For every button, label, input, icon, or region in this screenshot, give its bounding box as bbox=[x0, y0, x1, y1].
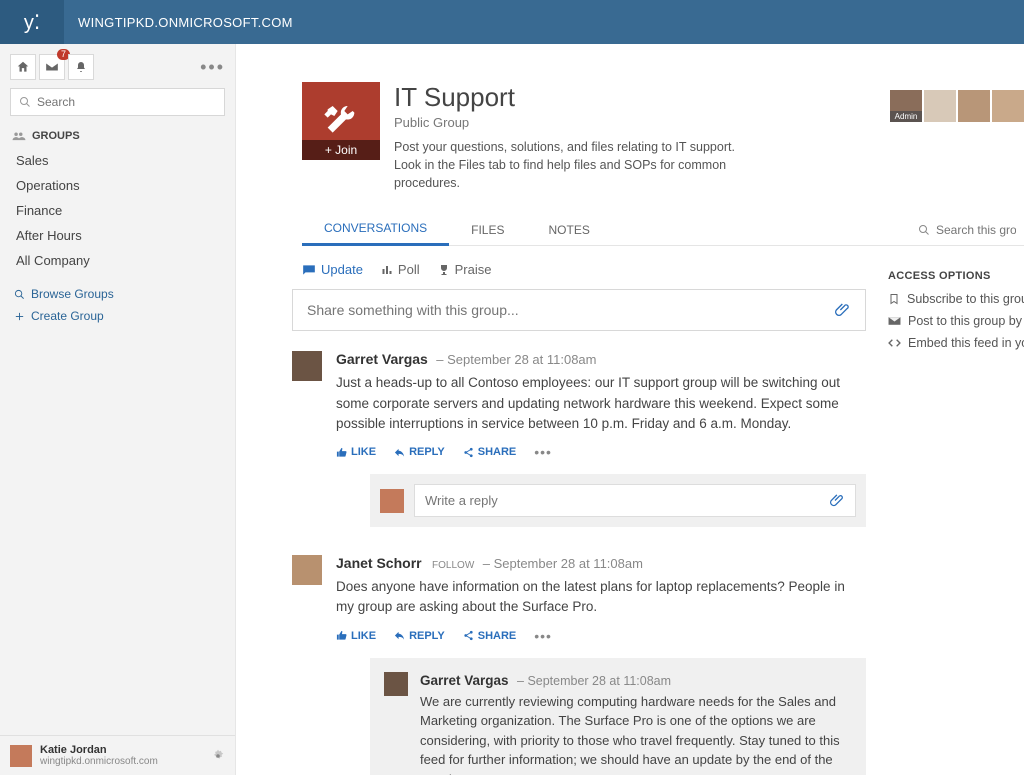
post-author[interactable]: Janet Schorr bbox=[336, 555, 422, 571]
composer[interactable] bbox=[292, 289, 866, 331]
org-name: WINGTIPKD.ONMICROSOFT.COM bbox=[64, 15, 293, 30]
speech-icon bbox=[302, 264, 316, 276]
compose-update-tab[interactable]: Update bbox=[302, 262, 363, 277]
attach-icon[interactable] bbox=[835, 302, 851, 318]
poll-icon bbox=[381, 264, 393, 276]
member-avatar[interactable] bbox=[924, 90, 956, 122]
post: Garret Vargas – September 28 at 11:08am … bbox=[236, 331, 876, 527]
tools-icon bbox=[321, 101, 361, 141]
compose-poll-tab[interactable]: Poll bbox=[381, 262, 420, 277]
reply-time: – September 28 at 11:08am bbox=[517, 674, 671, 688]
search-icon bbox=[19, 96, 31, 108]
post-body: Just a heads-up to all Contoso employees… bbox=[336, 373, 866, 434]
attach-icon[interactable] bbox=[830, 493, 845, 508]
share-button[interactable]: SHARE bbox=[463, 630, 517, 642]
member-strip bbox=[890, 82, 1024, 192]
topbar: y⁚ WINGTIPKD.ONMICROSOFT.COM bbox=[0, 0, 1024, 44]
mail-icon bbox=[888, 316, 901, 326]
member-avatar[interactable] bbox=[958, 90, 990, 122]
tab-files[interactable]: FILES bbox=[449, 214, 526, 246]
sidebar-item-sales[interactable]: Sales bbox=[0, 148, 235, 173]
group-image: + Join bbox=[302, 82, 380, 160]
home-icon[interactable] bbox=[10, 54, 36, 80]
sidebar: 7 ••• GROUPS Sales Operations Finance Af… bbox=[0, 44, 236, 775]
reply-button[interactable]: REPLY bbox=[394, 630, 445, 642]
avatar[interactable] bbox=[292, 555, 322, 585]
sidebar-item-operations[interactable]: Operations bbox=[0, 173, 235, 198]
access-email[interactable]: Post to this group by email bbox=[888, 314, 1024, 328]
sidebar-item-finance[interactable]: Finance bbox=[0, 198, 235, 223]
access-embed[interactable]: Embed this feed in your site bbox=[888, 336, 1024, 350]
current-user[interactable]: Katie Jordan wingtipkd.onmicrosoft.com bbox=[0, 735, 235, 775]
bell-icon[interactable] bbox=[68, 54, 94, 80]
reply: Garret Vargas – September 28 at 11:08am … bbox=[370, 658, 866, 775]
group-search[interactable] bbox=[918, 223, 1016, 237]
search-icon bbox=[918, 224, 930, 236]
access-header: ACCESS OPTIONS bbox=[888, 270, 1024, 282]
groups-header: GROUPS bbox=[0, 116, 235, 148]
avatar[interactable] bbox=[384, 672, 408, 696]
user-org: wingtipkd.onmicrosoft.com bbox=[40, 756, 158, 767]
tab-notes[interactable]: NOTES bbox=[526, 214, 611, 246]
inbox-icon[interactable]: 7 bbox=[39, 54, 65, 80]
like-button[interactable]: LIKE bbox=[336, 630, 376, 642]
more-icon[interactable]: ••• bbox=[534, 628, 552, 644]
reply-icon bbox=[394, 447, 405, 458]
post-time: – September 28 at 11:08am bbox=[436, 352, 596, 367]
share-button[interactable]: SHARE bbox=[463, 446, 517, 458]
reply-body: We are currently reviewing computing har… bbox=[420, 692, 852, 775]
group-title: IT Support bbox=[394, 82, 876, 113]
group-description: Post your questions, solutions, and file… bbox=[394, 138, 754, 192]
compose-praise-tab[interactable]: Praise bbox=[438, 262, 492, 277]
member-avatar[interactable] bbox=[992, 90, 1024, 122]
search-input[interactable] bbox=[10, 88, 225, 116]
yammer-logo[interactable]: y⁚ bbox=[0, 0, 64, 44]
reply-button[interactable]: REPLY bbox=[394, 446, 445, 458]
embed-icon bbox=[888, 338, 901, 348]
post-author[interactable]: Garret Vargas bbox=[336, 351, 428, 367]
avatar bbox=[380, 489, 404, 513]
more-icon[interactable]: ••• bbox=[200, 57, 225, 78]
avatar[interactable] bbox=[292, 351, 322, 381]
post-body: Does anyone have information on the late… bbox=[336, 577, 866, 618]
user-name: Katie Jordan bbox=[40, 744, 158, 756]
thumb-icon bbox=[336, 447, 347, 458]
sidebar-item-allcompany[interactable]: All Company bbox=[0, 248, 235, 273]
gear-icon[interactable] bbox=[211, 749, 225, 763]
content: + Join IT Support Public Group Post your… bbox=[236, 44, 1024, 775]
create-group-link[interactable]: Create Group bbox=[14, 305, 221, 327]
people-icon bbox=[12, 131, 26, 141]
share-icon bbox=[463, 447, 474, 458]
tab-conversations[interactable]: CONVERSATIONS bbox=[302, 214, 449, 246]
sidebar-item-afterhours[interactable]: After Hours bbox=[0, 223, 235, 248]
access-subscribe[interactable]: Subscribe to this group bbox=[888, 292, 1024, 306]
post: Janet Schorr FOLLOW – September 28 at 11… bbox=[236, 527, 876, 775]
access-panel: ACCESS OPTIONS Subscribe to this group P… bbox=[876, 262, 1024, 775]
avatar bbox=[10, 745, 32, 767]
browse-groups-link[interactable]: Browse Groups bbox=[14, 283, 221, 305]
bookmark-icon bbox=[888, 293, 900, 305]
join-button[interactable]: + Join bbox=[302, 140, 380, 160]
reply-author[interactable]: Garret Vargas bbox=[420, 673, 509, 688]
more-icon[interactable]: ••• bbox=[534, 444, 552, 460]
follow-link[interactable]: FOLLOW bbox=[432, 560, 474, 571]
group-type: Public Group bbox=[394, 115, 876, 130]
member-avatar-admin[interactable] bbox=[890, 90, 922, 122]
post-time: – September 28 at 11:08am bbox=[483, 556, 643, 571]
reply-composer[interactable] bbox=[370, 474, 866, 527]
trophy-icon bbox=[438, 264, 450, 276]
like-button[interactable]: LIKE bbox=[336, 446, 376, 458]
tab-bar: CONVERSATIONS FILES NOTES bbox=[302, 214, 1024, 246]
